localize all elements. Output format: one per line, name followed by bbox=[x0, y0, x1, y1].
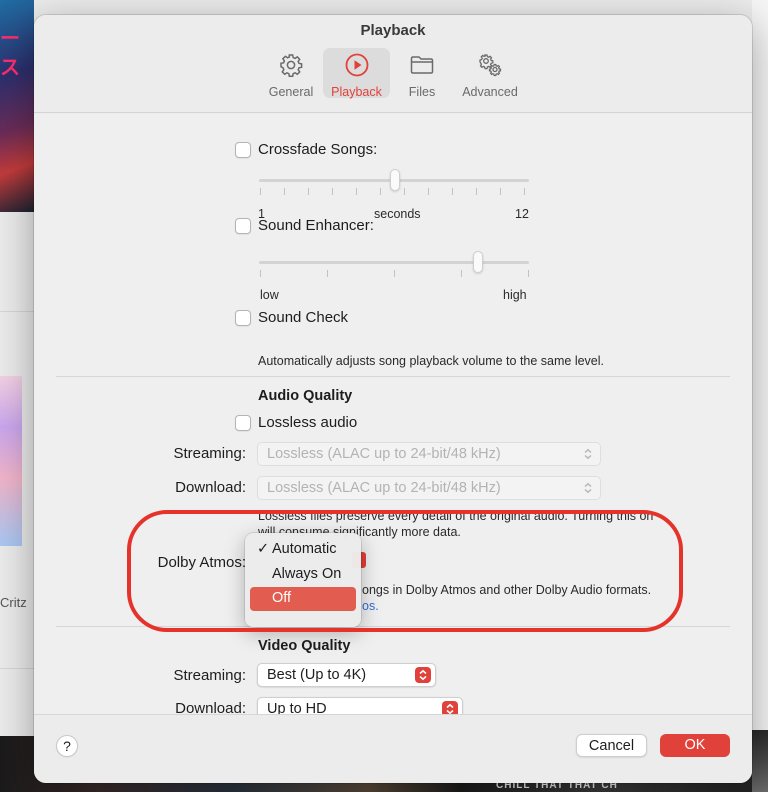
slider-track bbox=[259, 261, 529, 264]
slider-tick bbox=[380, 188, 381, 195]
video-quality-heading: Video Quality bbox=[258, 638, 351, 654]
slider-tick bbox=[260, 270, 261, 277]
sound-check-label: Sound Check bbox=[258, 309, 349, 326]
tab-files[interactable]: Files bbox=[396, 48, 448, 99]
dialog-footer: ? Cancel OK bbox=[34, 714, 752, 783]
lossless-note-line1: Lossless files preserve every detail of … bbox=[258, 509, 654, 523]
up-down-chevron-icon bbox=[580, 480, 596, 496]
tab-label: Files bbox=[408, 85, 436, 99]
video-streaming-popup[interactable]: Best (Up to 4K) bbox=[257, 663, 436, 687]
slider-tick bbox=[394, 270, 395, 277]
sound-enhancer-slider-knob[interactable] bbox=[473, 251, 483, 273]
sound-check-checkbox[interactable] bbox=[235, 310, 251, 326]
tab-label: Playback bbox=[331, 85, 382, 99]
play-circle-icon bbox=[344, 52, 370, 83]
lossless-audio-checkbox[interactable] bbox=[235, 415, 251, 431]
dolby-learn-more-link[interactable]: os. bbox=[362, 599, 379, 613]
slider-tick bbox=[308, 188, 309, 195]
background-right-edge bbox=[752, 0, 768, 792]
crossfade-slider-knob[interactable] bbox=[390, 169, 400, 191]
up-down-chevron-icon bbox=[580, 446, 596, 462]
slider-tick bbox=[528, 270, 529, 277]
section-divider bbox=[56, 376, 730, 377]
audio-download-popup[interactable]: Lossless (ALAC up to 24-bit/48 kHz) bbox=[257, 476, 601, 500]
sound-enhancer-low-label: low bbox=[260, 288, 279, 302]
tab-advanced[interactable]: Advanced bbox=[454, 48, 526, 99]
crossfade-unit-label: seconds bbox=[374, 207, 421, 221]
audio-streaming-label: Streaming: bbox=[173, 445, 246, 462]
dolby-option-off[interactable]: Off bbox=[250, 587, 356, 611]
album-art-right[interactable] bbox=[752, 730, 768, 792]
tab-label: Advanced bbox=[462, 85, 518, 99]
slider-tick bbox=[452, 188, 453, 195]
menu-item-label: Automatic bbox=[272, 541, 337, 557]
preferences-content: Crossfade Songs: 1 seconds 12 Sound Enha… bbox=[34, 114, 752, 721]
menu-item-label: Off bbox=[272, 590, 292, 606]
slider-tick bbox=[327, 270, 328, 277]
preferences-toolbar: Playback General Playback Files Advanced bbox=[34, 15, 752, 113]
audio-quality-heading: Audio Quality bbox=[258, 388, 353, 404]
cancel-button[interactable]: Cancel bbox=[576, 734, 647, 757]
gear-icon bbox=[278, 52, 304, 83]
checkmark-icon: ✓ bbox=[257, 541, 270, 557]
sound-check-description: Automatically adjusts song playback volu… bbox=[258, 354, 605, 368]
divider bbox=[0, 668, 34, 669]
audio-streaming-popup[interactable]: Lossless (ALAC up to 24-bit/48 kHz) bbox=[257, 442, 601, 466]
help-button[interactable]: ? bbox=[56, 735, 78, 757]
dolby-option-automatic[interactable]: ✓ Automatic bbox=[250, 538, 356, 562]
slider-tick bbox=[476, 188, 477, 195]
album-art-text: ース bbox=[0, 26, 20, 79]
section-divider bbox=[56, 626, 730, 627]
album-art-top[interactable]: ース bbox=[0, 0, 34, 212]
folder-icon bbox=[409, 52, 435, 83]
album-art-middle[interactable] bbox=[0, 376, 22, 546]
audio-download-label: Download: bbox=[175, 479, 246, 496]
dolby-description: ongs in Dolby Atmos and other Dolby Audi… bbox=[362, 583, 652, 597]
video-streaming-label: Streaming: bbox=[173, 667, 246, 684]
dolby-option-always-on[interactable]: Always On bbox=[250, 563, 356, 587]
slider-tick bbox=[404, 188, 405, 195]
lossless-audio-label: Lossless audio bbox=[258, 414, 358, 431]
dolby-atmos-label: Dolby Atmos: bbox=[157, 554, 246, 571]
tab-general[interactable]: General bbox=[260, 48, 322, 99]
popup-value: Best (Up to 4K) bbox=[267, 667, 367, 683]
crossfade-label: Crossfade Songs: bbox=[258, 141, 378, 158]
artist-name[interactable]: Critz bbox=[0, 595, 27, 610]
slider-tick bbox=[260, 188, 261, 195]
crossfade-checkbox[interactable] bbox=[235, 142, 251, 158]
gears-icon bbox=[477, 52, 503, 83]
sound-enhancer-label: Sound Enhancer: bbox=[258, 217, 374, 234]
tab-playback[interactable]: Playback bbox=[323, 48, 390, 99]
slider-tick bbox=[461, 270, 462, 277]
slider-tick bbox=[332, 188, 333, 195]
slider-tick bbox=[356, 188, 357, 195]
popup-value: Lossless (ALAC up to 24-bit/48 kHz) bbox=[267, 446, 501, 462]
divider bbox=[0, 311, 34, 312]
dolby-atmos-menu: ✓ Automatic Always On Off bbox=[245, 533, 361, 627]
sound-enhancer-high-label: high bbox=[503, 288, 527, 302]
ok-button[interactable]: OK bbox=[660, 734, 730, 757]
slider-tick bbox=[524, 188, 525, 195]
popup-value: Lossless (ALAC up to 24-bit/48 kHz) bbox=[267, 480, 501, 496]
up-down-chevron-icon bbox=[415, 667, 431, 683]
tab-label: General bbox=[268, 85, 314, 99]
crossfade-max-label: 12 bbox=[515, 207, 529, 221]
slider-tick bbox=[428, 188, 429, 195]
window-title: Playback bbox=[360, 22, 426, 39]
menu-item-label: Always On bbox=[272, 566, 342, 582]
slider-tick bbox=[284, 188, 285, 195]
sound-enhancer-checkbox[interactable] bbox=[235, 218, 251, 234]
slider-tick bbox=[500, 188, 501, 195]
preferences-dialog: Playback General Playback Files Advanced… bbox=[34, 15, 752, 783]
